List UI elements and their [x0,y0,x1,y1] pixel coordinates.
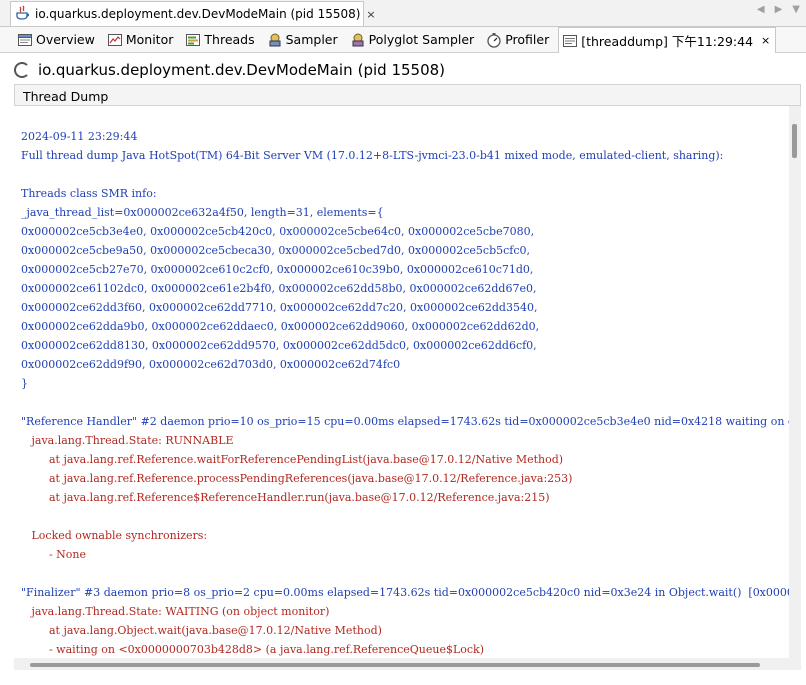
dump-line: at java.lang.ref.Reference.processPendin… [21,472,573,485]
horizontal-scrollbar[interactable] [14,658,789,670]
close-icon[interactable]: × [366,8,375,21]
document-tab-strip: io.quarkus.deployment.dev.DevModeMain (p… [0,0,806,27]
dump-line: 0x000002ce62dd3f60, 0x000002ce62dd7710, … [21,301,538,314]
thread-dump-panel-title: Thread Dump [14,84,801,106]
scroll-left-icon[interactable]: ◀ [757,4,765,15]
dump-line: 2024-09-11 23:29:44 [21,130,138,143]
tab-threads[interactable]: Threads [182,28,259,52]
dump-line: 0x000002ce5cbe9a50, 0x000002ce5cbeca30, … [21,244,531,257]
loading-spinner-icon [14,62,30,78]
tab-threads-label: Threads [204,32,255,47]
document-tab[interactable]: io.quarkus.deployment.dev.DevModeMain (p… [10,1,376,26]
vertical-scrollbar-thumb[interactable] [792,124,797,158]
profiler-icon [486,32,502,48]
tab-polyglot-sampler-label: Polyglot Sampler [368,32,475,47]
dump-line: 0x000002ce61102dc0, 0x000002ce61e2b4f0, … [21,282,537,295]
overview-icon [17,32,33,48]
scroll-right-icon[interactable]: ▶ [775,4,783,15]
tab-monitor[interactable]: Monitor [104,28,179,52]
process-name: io.quarkus.deployment.dev.DevModeMain [38,61,353,79]
process-pid: (pid 15508) [357,61,446,79]
threaddump-icon [562,33,578,49]
thread-dump-text-area[interactable]: 2024-09-11 23:29:44 Full thread dump Java… [14,106,789,658]
java-app-icon [15,5,31,24]
tab-profiler[interactable]: Profiler [483,28,554,52]
dump-line: java.lang.Thread.State: WAITING (on obje… [21,605,330,618]
dump-line: 0x000002ce62dd8130, 0x000002ce62dd9570, … [21,339,537,352]
close-icon[interactable]: × [761,34,770,47]
tab-sampler[interactable]: Sampler [264,28,343,52]
tab-profiler-label: Profiler [505,32,550,47]
tab-threaddump-label: [threaddump] 下午11:29:44 [581,34,754,49]
horizontal-scrollbar-thumb[interactable] [30,663,760,667]
dump-line: at java.lang.ref.Reference$ReferenceHand… [21,491,550,504]
dump-line: - waiting on <0x0000000703b428d8> (a jav… [21,643,485,656]
view-tab-bar: Overview Monitor Threads Sampler Polyglo… [0,27,806,53]
dump-line: _java_thread_list=0x000002ce632a4f50, le… [21,206,384,219]
dump-line: java.lang.Thread.State: RUNNABLE [21,434,234,447]
dump-line: - None [21,548,87,561]
tab-list-dropdown-icon[interactable]: ▼ [792,4,800,15]
tab-sampler-label: Sampler [285,32,338,47]
dump-line: 0x000002ce5cb3e4e0, 0x000002ce5cb420c0, … [21,225,535,238]
dump-line: "Reference Handler" #2 daemon prio=10 os… [21,415,789,428]
document-tab-title: io.quarkus.deployment.dev.DevModeMain (p… [35,7,361,21]
dump-line: 0x000002ce62dd9f90, 0x000002ce62d703d0, … [21,358,401,371]
dump-line: 0x000002ce62dda9b0, 0x000002ce62ddaec0, … [21,320,540,333]
dump-line: } [21,377,28,390]
dump-line: Full thread dump Java HotSpot(TM) 64-Bit… [21,149,724,162]
tab-threaddump[interactable]: [threaddump] 下午11:29:44 × [558,27,777,53]
polyglot-sampler-icon [350,32,366,48]
dump-line: at java.lang.ref.Reference.waitForRefere… [21,453,564,466]
process-header: io.quarkus.deployment.dev.DevModeMain (p… [14,58,445,82]
monitor-icon [107,32,123,48]
tab-polyglot-sampler[interactable]: Polyglot Sampler [347,28,480,52]
dump-line: "Finalizer" #3 daemon prio=8 os_prio=2 c… [21,586,789,599]
dump-line: Threads class SMR info: [21,187,157,200]
dump-line: 0x000002ce5cb27e70, 0x000002ce610c2cf0, … [21,263,534,276]
tab-overview-label: Overview [36,32,95,47]
dump-line: Locked ownable synchronizers: [21,529,208,542]
tab-strip-navigation: ◀ ▶ ▼ [757,4,800,15]
tab-overview[interactable]: Overview [14,28,100,52]
vertical-scrollbar[interactable] [789,106,801,658]
sampler-icon [267,32,283,48]
threads-icon [185,32,201,48]
scrollbar-corner [789,658,801,670]
dump-line: at java.lang.Object.wait(java.base@17.0.… [21,624,382,637]
tab-monitor-label: Monitor [125,32,174,47]
